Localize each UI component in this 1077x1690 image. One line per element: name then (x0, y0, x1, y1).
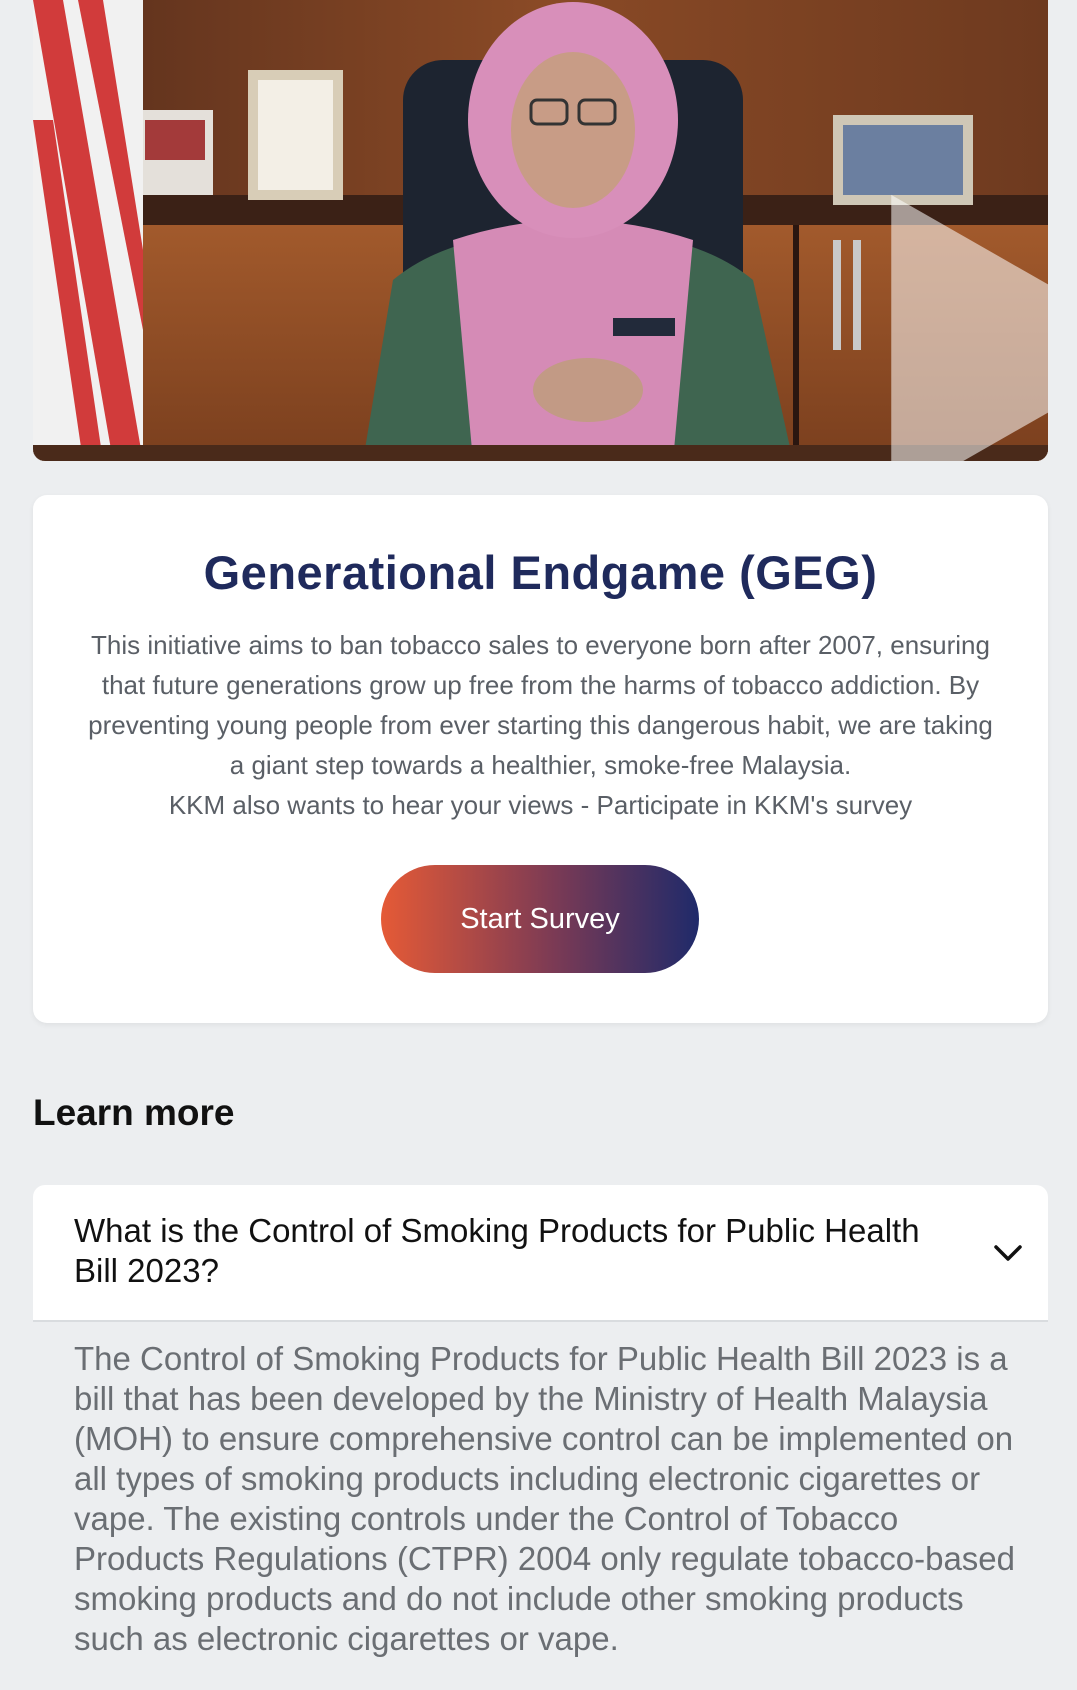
faq-accordion: What is the Control of Smoking Products … (33, 1185, 1048, 1690)
page: Generational Endgame (GEG) This initiati… (0, 0, 1077, 1690)
faq-question: What is the Control of Smoking Products … (74, 1212, 920, 1289)
info-description: This initiative aims to ban tobacco sale… (88, 630, 993, 780)
learn-more-heading: Learn more (33, 1092, 235, 1133)
info-title: Generational Endgame (GEG) (203, 546, 878, 599)
chevron-down-icon[interactable] (990, 1235, 1026, 1271)
play-icon[interactable] (499, 118, 1048, 461)
survey-invitation-text: KKM also wants to hear your views - Part… (168, 790, 913, 820)
faq-item-header[interactable]: What is the Control of Smoking Products … (33, 1185, 1048, 1322)
video-thumbnail[interactable] (33, 0, 1048, 461)
faq-answer: The Control of Smoking Products for Publ… (74, 1340, 1016, 1657)
faq-item-body: The Control of Smoking Products for Publ… (33, 1322, 1048, 1690)
info-card: Generational Endgame (GEG) This initiati… (33, 495, 1048, 1023)
start-survey-button[interactable]: Start Survey (381, 865, 699, 973)
